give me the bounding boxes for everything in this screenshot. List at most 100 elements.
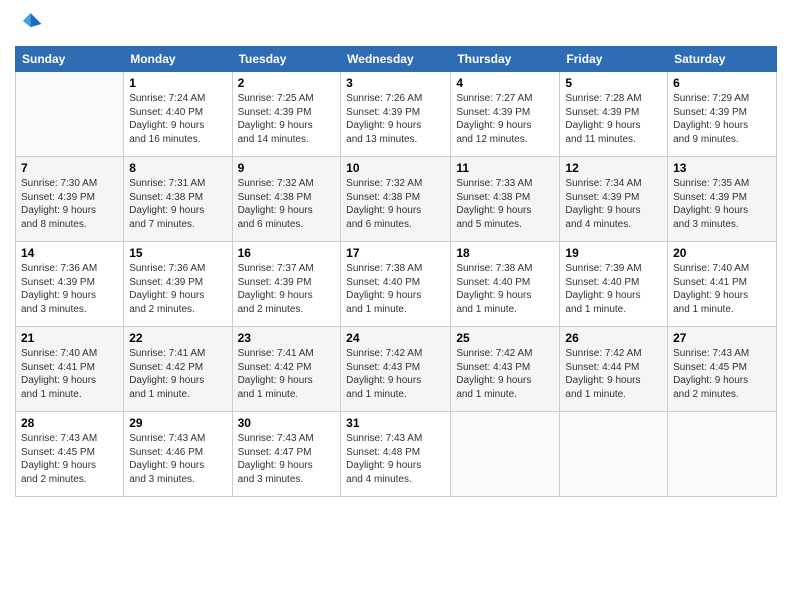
header-day-friday: Friday bbox=[560, 47, 668, 72]
week-row-4: 28Sunrise: 7:43 AM Sunset: 4:45 PM Dayli… bbox=[16, 412, 777, 497]
calendar-cell: 3Sunrise: 7:26 AM Sunset: 4:39 PM Daylig… bbox=[341, 72, 451, 157]
day-info: Sunrise: 7:38 AM Sunset: 4:40 PM Dayligh… bbox=[456, 262, 554, 316]
calendar-cell: 30 Sunrise: 7:43 AM Sunset: 4:47 PM Dayli… bbox=[232, 412, 341, 497]
day-info: Sunrise: 7:41 AM Sunset: 4:42 PM Dayligh… bbox=[238, 347, 336, 401]
calendar-cell bbox=[16, 72, 124, 157]
day-info: Sunrise: 7:35 AM Sunset: 4:39 PM Dayligh… bbox=[673, 177, 771, 231]
calendar-cell: 31Sunrise: 7:43 AM Sunset: 4:48 PM Dayli… bbox=[341, 412, 451, 497]
day-number: 21 bbox=[21, 331, 118, 345]
calendar-cell: 28Sunrise: 7:43 AM Sunset: 4:45 PM Dayli… bbox=[16, 412, 124, 497]
header-day-monday: Monday bbox=[124, 47, 232, 72]
day-number: 18 bbox=[456, 246, 554, 260]
day-info: Sunrise: 7:40 AM Sunset: 4:41 PM Dayligh… bbox=[673, 262, 771, 316]
header-day-sunday: Sunday bbox=[16, 47, 124, 72]
day-info: Sunrise: 7:25 AM Sunset: 4:39 PM Dayligh… bbox=[238, 92, 336, 146]
day-number: 13 bbox=[673, 161, 771, 175]
day-number: 24 bbox=[346, 331, 445, 345]
day-info: Sunrise: 7:24 AM Sunset: 4:40 PM Dayligh… bbox=[129, 92, 226, 146]
calendar-cell: 17Sunrise: 7:38 AM Sunset: 4:40 PM Dayli… bbox=[341, 242, 451, 327]
calendar-cell: 16 Sunrise: 7:37 AM Sunset: 4:39 PM Dayli… bbox=[232, 242, 341, 327]
day-info: Sunrise: 7:34 AM Sunset: 4:39 PM Dayligh… bbox=[565, 177, 662, 231]
calendar-cell: 13 Sunrise: 7:35 AM Sunset: 4:39 PM Dayli… bbox=[668, 157, 777, 242]
header-day-wednesday: Wednesday bbox=[341, 47, 451, 72]
calendar-cell: 12 Sunrise: 7:34 AM Sunset: 4:39 PM Dayli… bbox=[560, 157, 668, 242]
day-number: 25 bbox=[456, 331, 554, 345]
calendar: SundayMondayTuesdayWednesdayThursdayFrid… bbox=[15, 46, 777, 497]
day-number: 6 bbox=[673, 76, 771, 90]
day-number: 11 bbox=[456, 161, 554, 175]
calendar-cell: 18 Sunrise: 7:38 AM Sunset: 4:40 PM Dayli… bbox=[451, 242, 560, 327]
day-number: 5 bbox=[565, 76, 662, 90]
calendar-cell: 7 Sunrise: 7:30 AM Sunset: 4:39 PM Daylig… bbox=[16, 157, 124, 242]
calendar-cell: 5 Sunrise: 7:28 AM Sunset: 4:39 PM Daylig… bbox=[560, 72, 668, 157]
header bbox=[15, 10, 777, 38]
day-number: 23 bbox=[238, 331, 336, 345]
day-number: 7 bbox=[21, 161, 118, 175]
calendar-cell: 21 Sunrise: 7:40 AM Sunset: 4:41 PM Dayli… bbox=[16, 327, 124, 412]
day-number: 28 bbox=[21, 416, 118, 430]
calendar-body: 1 Sunrise: 7:24 AM Sunset: 4:40 PM Daylig… bbox=[16, 72, 777, 497]
day-number: 1 bbox=[129, 76, 226, 90]
day-info: Sunrise: 7:27 AM Sunset: 4:39 PM Dayligh… bbox=[456, 92, 554, 146]
day-info: Sunrise: 7:29 AM Sunset: 4:39 PM Dayligh… bbox=[673, 92, 771, 146]
calendar-cell: 2 Sunrise: 7:25 AM Sunset: 4:39 PM Daylig… bbox=[232, 72, 341, 157]
day-info: Sunrise: 7:38 AM Sunset: 4:40 PM Dayligh… bbox=[346, 262, 445, 316]
day-number: 2 bbox=[238, 76, 336, 90]
calendar-cell: 15Sunrise: 7:36 AM Sunset: 4:39 PM Dayli… bbox=[124, 242, 232, 327]
calendar-cell: 23 Sunrise: 7:41 AM Sunset: 4:42 PM Dayli… bbox=[232, 327, 341, 412]
day-number: 16 bbox=[238, 246, 336, 260]
calendar-cell: 29 Sunrise: 7:43 AM Sunset: 4:46 PM Dayli… bbox=[124, 412, 232, 497]
day-number: 22 bbox=[129, 331, 226, 345]
calendar-cell: 11Sunrise: 7:33 AM Sunset: 4:38 PM Dayli… bbox=[451, 157, 560, 242]
calendar-cell: 27Sunrise: 7:43 AM Sunset: 4:45 PM Dayli… bbox=[668, 327, 777, 412]
calendar-cell: 6 Sunrise: 7:29 AM Sunset: 4:39 PM Daylig… bbox=[668, 72, 777, 157]
day-info: Sunrise: 7:41 AM Sunset: 4:42 PM Dayligh… bbox=[129, 347, 226, 401]
day-info: Sunrise: 7:28 AM Sunset: 4:39 PM Dayligh… bbox=[565, 92, 662, 146]
header-row: SundayMondayTuesdayWednesdayThursdayFrid… bbox=[16, 47, 777, 72]
day-number: 30 bbox=[238, 416, 336, 430]
header-day-saturday: Saturday bbox=[668, 47, 777, 72]
day-info: Sunrise: 7:32 AM Sunset: 4:38 PM Dayligh… bbox=[346, 177, 445, 231]
week-row-0: 1 Sunrise: 7:24 AM Sunset: 4:40 PM Daylig… bbox=[16, 72, 777, 157]
day-info: Sunrise: 7:42 AM Sunset: 4:43 PM Dayligh… bbox=[346, 347, 445, 401]
day-number: 14 bbox=[21, 246, 118, 260]
week-row-1: 7 Sunrise: 7:30 AM Sunset: 4:39 PM Daylig… bbox=[16, 157, 777, 242]
calendar-cell bbox=[451, 412, 560, 497]
day-info: Sunrise: 7:31 AM Sunset: 4:38 PM Dayligh… bbox=[129, 177, 226, 231]
week-row-2: 14Sunrise: 7:36 AM Sunset: 4:39 PM Dayli… bbox=[16, 242, 777, 327]
calendar-cell: 26 Sunrise: 7:42 AM Sunset: 4:44 PM Dayli… bbox=[560, 327, 668, 412]
day-number: 29 bbox=[129, 416, 226, 430]
day-info: Sunrise: 7:39 AM Sunset: 4:40 PM Dayligh… bbox=[565, 262, 662, 316]
day-info: Sunrise: 7:43 AM Sunset: 4:46 PM Dayligh… bbox=[129, 432, 226, 486]
week-row-3: 21 Sunrise: 7:40 AM Sunset: 4:41 PM Dayli… bbox=[16, 327, 777, 412]
calendar-cell: 4 Sunrise: 7:27 AM Sunset: 4:39 PM Daylig… bbox=[451, 72, 560, 157]
logo-icon bbox=[15, 10, 43, 38]
day-number: 3 bbox=[346, 76, 445, 90]
calendar-header: SundayMondayTuesdayWednesdayThursdayFrid… bbox=[16, 47, 777, 72]
calendar-cell: 25Sunrise: 7:42 AM Sunset: 4:43 PM Dayli… bbox=[451, 327, 560, 412]
header-day-thursday: Thursday bbox=[451, 47, 560, 72]
calendar-cell bbox=[668, 412, 777, 497]
day-number: 20 bbox=[673, 246, 771, 260]
day-info: Sunrise: 7:43 AM Sunset: 4:48 PM Dayligh… bbox=[346, 432, 445, 486]
calendar-cell: 24 Sunrise: 7:42 AM Sunset: 4:43 PM Dayli… bbox=[341, 327, 451, 412]
day-info: Sunrise: 7:32 AM Sunset: 4:38 PM Dayligh… bbox=[238, 177, 336, 231]
day-number: 4 bbox=[456, 76, 554, 90]
day-info: Sunrise: 7:37 AM Sunset: 4:39 PM Dayligh… bbox=[238, 262, 336, 316]
day-number: 19 bbox=[565, 246, 662, 260]
day-info: Sunrise: 7:42 AM Sunset: 4:44 PM Dayligh… bbox=[565, 347, 662, 401]
day-info: Sunrise: 7:30 AM Sunset: 4:39 PM Dayligh… bbox=[21, 177, 118, 231]
day-number: 26 bbox=[565, 331, 662, 345]
day-info: Sunrise: 7:43 AM Sunset: 4:47 PM Dayligh… bbox=[238, 432, 336, 486]
calendar-cell: 9Sunrise: 7:32 AM Sunset: 4:38 PM Daylig… bbox=[232, 157, 341, 242]
day-number: 10 bbox=[346, 161, 445, 175]
day-number: 12 bbox=[565, 161, 662, 175]
calendar-cell: 1 Sunrise: 7:24 AM Sunset: 4:40 PM Daylig… bbox=[124, 72, 232, 157]
day-info: Sunrise: 7:40 AM Sunset: 4:41 PM Dayligh… bbox=[21, 347, 118, 401]
calendar-cell bbox=[560, 412, 668, 497]
calendar-cell: 22 Sunrise: 7:41 AM Sunset: 4:42 PM Dayli… bbox=[124, 327, 232, 412]
calendar-cell: 20 Sunrise: 7:40 AM Sunset: 4:41 PM Dayli… bbox=[668, 242, 777, 327]
calendar-cell: 14Sunrise: 7:36 AM Sunset: 4:39 PM Dayli… bbox=[16, 242, 124, 327]
day-number: 27 bbox=[673, 331, 771, 345]
calendar-cell: 10 Sunrise: 7:32 AM Sunset: 4:38 PM Dayli… bbox=[341, 157, 451, 242]
